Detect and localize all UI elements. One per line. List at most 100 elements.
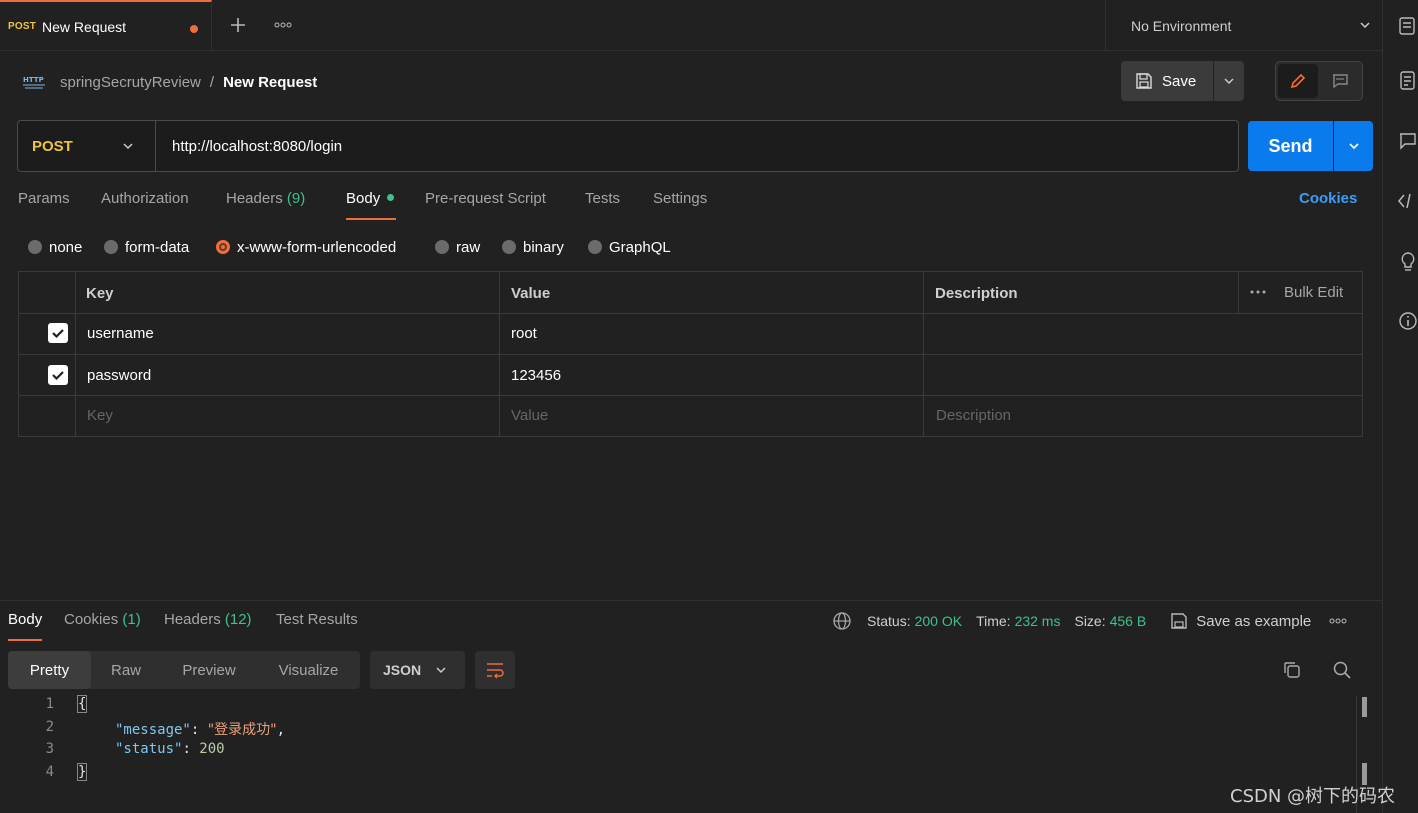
new-value-input[interactable]: Value xyxy=(511,407,548,424)
response-tab-body[interactable]: Body xyxy=(8,611,43,641)
url-input[interactable] xyxy=(172,121,1232,171)
documentation-icon[interactable] xyxy=(1397,70,1418,92)
wrap-lines-button[interactable] xyxy=(475,651,515,689)
radio-label: none xyxy=(49,238,83,256)
status-value[interactable]: 200 OK xyxy=(915,613,962,629)
comments-icon[interactable] xyxy=(1397,130,1418,152)
tab-params[interactable]: Params xyxy=(18,190,70,220)
response-tab-headers[interactable]: Headers (12) xyxy=(164,611,252,641)
info-icon[interactable] xyxy=(1397,310,1418,332)
response-tab-cookies-label: Cookies xyxy=(64,611,119,628)
json-key: "status" xyxy=(115,741,183,757)
table-divider xyxy=(19,313,1362,314)
line-number: 4 xyxy=(45,764,54,780)
edit-mode-button[interactable] xyxy=(1278,64,1318,98)
radio-label: raw xyxy=(456,238,481,256)
watermark: CSDN @树下的码农 xyxy=(1230,786,1396,807)
column-header-value: Value xyxy=(511,285,551,302)
send-button[interactable]: Send xyxy=(1248,121,1333,171)
method-label: POST xyxy=(32,137,73,155)
environment-label: No Environment xyxy=(1131,17,1232,34)
comment-icon xyxy=(1333,74,1348,89)
status-label: Status: xyxy=(867,613,911,629)
radio-form-data[interactable]: form-data xyxy=(104,237,189,257)
new-key-input[interactable]: Key xyxy=(87,407,113,424)
cookies-link[interactable]: Cookies xyxy=(1299,190,1357,207)
view-pretty[interactable]: Pretty xyxy=(8,651,91,689)
view-preview[interactable]: Preview xyxy=(161,651,257,689)
chevron-down-icon xyxy=(121,139,135,153)
radio-graphql[interactable]: GraphQL xyxy=(588,237,671,257)
response-tab-cookies[interactable]: Cookies (1) xyxy=(64,611,141,641)
tab-body-label: Body xyxy=(346,190,381,207)
tab-prerequest-script[interactable]: Pre-request Script xyxy=(425,190,546,220)
table-divider xyxy=(923,272,924,436)
format-select[interactable]: JSON xyxy=(370,651,465,689)
environment-select[interactable]: No Environment xyxy=(1105,0,1382,51)
radio-indicator-selected xyxy=(216,240,230,254)
time-label: Time: xyxy=(976,613,1011,629)
response-divider[interactable] xyxy=(0,600,1382,601)
response-tab-test-results[interactable]: Test Results xyxy=(276,611,358,641)
radio-indicator xyxy=(588,240,602,254)
save-button[interactable]: Save xyxy=(1121,61,1213,101)
radio-raw[interactable]: raw xyxy=(435,237,480,257)
breadcrumb: HTTP springSecrutyReview / New Request xyxy=(22,68,317,96)
tab-authorization[interactable]: Authorization xyxy=(101,190,189,220)
row-value[interactable]: 123456 xyxy=(511,367,561,384)
more-tabs-icon[interactable] xyxy=(273,17,293,33)
comment-mode-button[interactable] xyxy=(1320,64,1360,98)
globe-icon[interactable] xyxy=(832,611,852,631)
breadcrumb-request-name[interactable]: New Request xyxy=(223,74,317,91)
right-sidebar xyxy=(1382,0,1418,813)
radio-none[interactable]: none xyxy=(28,237,82,257)
response-body-viewer[interactable]: 1 { 2 "message": "登录成功", 3 "status": 200… xyxy=(0,695,1360,813)
tab-body[interactable]: Body xyxy=(346,190,396,220)
copy-icon[interactable] xyxy=(1282,660,1302,680)
radio-indicator xyxy=(435,240,449,254)
table-divider xyxy=(75,272,76,436)
response-tab-cookies-count: (1) xyxy=(122,611,141,628)
view-visualize[interactable]: Visualize xyxy=(257,651,360,689)
new-tab-plus-icon[interactable] xyxy=(228,15,248,35)
send-options-dropdown[interactable] xyxy=(1334,121,1373,171)
radio-indicator xyxy=(104,240,118,254)
method-select[interactable]: POST xyxy=(18,121,156,171)
new-description-input[interactable]: Description xyxy=(936,407,1011,424)
size-value[interactable]: 456 B xyxy=(1110,613,1147,629)
save-options-dropdown[interactable] xyxy=(1214,61,1244,101)
request-tab[interactable]: POST New Request xyxy=(0,0,212,51)
row-checkbox[interactable] xyxy=(48,365,68,385)
save-icon xyxy=(1170,612,1188,630)
breadcrumb-collection[interactable]: springSecrutyReview xyxy=(60,74,201,91)
environment-quicklook-icon[interactable] xyxy=(1397,15,1418,37)
row-value[interactable]: root xyxy=(511,325,537,342)
scrollbar[interactable] xyxy=(1362,697,1367,717)
pencil-icon xyxy=(1290,73,1306,89)
save-as-example-button[interactable]: Save as example xyxy=(1196,613,1311,630)
more-options-icon[interactable] xyxy=(1329,618,1347,624)
row-key[interactable]: username xyxy=(87,325,154,342)
radio-label: binary xyxy=(523,238,564,256)
tab-headers[interactable]: Headers (9) xyxy=(226,190,305,220)
time-value[interactable]: 232 ms xyxy=(1015,613,1061,629)
breadcrumb-separator: / xyxy=(209,73,215,91)
line-number: 1 xyxy=(45,696,54,712)
code-icon[interactable] xyxy=(1397,190,1418,212)
bulk-edit-link[interactable]: Bulk Edit xyxy=(1284,284,1343,301)
tab-settings[interactable]: Settings xyxy=(653,190,707,220)
radio-binary[interactable]: binary xyxy=(502,237,564,257)
wrap-icon xyxy=(487,663,504,679)
response-tab-headers-label: Headers xyxy=(164,611,221,628)
tab-tests[interactable]: Tests xyxy=(585,190,620,220)
json-key: "message" xyxy=(115,722,191,738)
radio-urlencoded[interactable]: x-www-form-urlencoded xyxy=(216,237,396,257)
view-raw[interactable]: Raw xyxy=(91,651,161,689)
table-options-icon[interactable] xyxy=(1250,290,1266,294)
lightbulb-icon[interactable] xyxy=(1397,250,1418,272)
search-icon[interactable] xyxy=(1332,660,1352,680)
radio-label: GraphQL xyxy=(609,238,671,256)
json-number: 200 xyxy=(199,741,225,757)
row-key[interactable]: password xyxy=(87,367,151,384)
row-checkbox[interactable] xyxy=(48,323,68,343)
